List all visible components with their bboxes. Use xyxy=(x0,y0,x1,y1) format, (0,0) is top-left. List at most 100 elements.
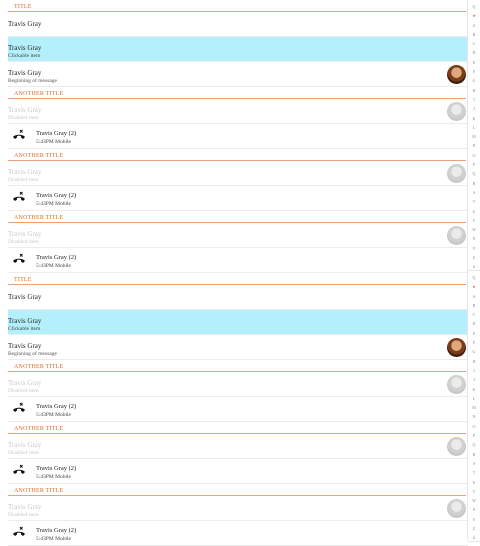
index-letter[interactable]: B xyxy=(468,301,480,310)
index-letter[interactable]: G xyxy=(468,76,480,85)
index-letter[interactable]: ★ xyxy=(468,11,480,20)
item-name: Travis Gray xyxy=(8,168,42,176)
index-letter[interactable]: C xyxy=(468,310,480,319)
index-letter[interactable]: A xyxy=(468,21,480,30)
index-letter[interactable]: W xyxy=(468,225,480,234)
index-letter[interactable]: A xyxy=(468,292,480,301)
index-letter[interactable]: X xyxy=(468,234,480,243)
index-letter[interactable]: N xyxy=(468,141,480,150)
index-letter[interactable]: Y xyxy=(468,515,480,524)
index-letter[interactable]: S xyxy=(468,459,480,468)
avatar xyxy=(447,102,466,121)
index-letter[interactable]: M xyxy=(468,132,480,141)
item-subtitle: Clickable item xyxy=(8,326,41,332)
index-letter[interactable]: H xyxy=(468,357,480,366)
index-letter[interactable]: R xyxy=(468,450,480,459)
index-letter[interactable]: C xyxy=(468,39,480,48)
alphabet-index[interactable]: Q ★ A B C D E F G H I J K L M N O P Q R S T U V W X Y Z # Q ★ A B C D E F G H… xyxy=(467,0,480,542)
index-letter[interactable]: H xyxy=(468,86,480,95)
clickable-item[interactable]: Travis Gray Clickable item xyxy=(8,310,468,335)
item-name: Travis Gray xyxy=(8,44,42,52)
index-letter[interactable]: Q xyxy=(468,2,480,11)
call-log-item[interactable]: Travis Gray (2) 5:43PM Mobile xyxy=(8,124,468,149)
index-letter[interactable]: Z xyxy=(468,253,480,262)
index-letter[interactable]: D xyxy=(468,48,480,57)
index-letter[interactable]: O xyxy=(468,422,480,431)
index-letter[interactable]: Q xyxy=(468,273,480,282)
index-letter[interactable]: Q xyxy=(468,440,480,449)
index-letter[interactable]: B xyxy=(468,30,480,39)
call-log-item[interactable]: Travis Gray (2) 5:43PM Mobile xyxy=(8,186,468,211)
index-letter[interactable]: E xyxy=(468,58,480,67)
index-letter[interactable]: X xyxy=(468,505,480,514)
index-letter[interactable]: J xyxy=(468,375,480,384)
item-subtitle: Disabled item xyxy=(8,177,39,183)
index-letter[interactable]: # xyxy=(468,533,480,542)
disabled-item: Travis Gray Disabled item xyxy=(8,99,468,124)
missed-call-icon xyxy=(13,402,25,412)
index-letter[interactable]: Y xyxy=(468,244,480,253)
index-letter[interactable]: F xyxy=(468,338,480,347)
index-letter[interactable]: R xyxy=(468,179,480,188)
item-name: Travis Gray (2) xyxy=(36,130,77,137)
index-letter[interactable]: F xyxy=(468,67,480,76)
item-name: Travis Gray xyxy=(8,503,42,511)
index-letter[interactable]: ★ xyxy=(468,282,480,291)
index-letter[interactable]: M xyxy=(468,403,480,412)
index-letter[interactable]: K xyxy=(468,114,480,123)
call-log-item[interactable]: Travis Gray (2) 5:43PM Mobile xyxy=(8,397,468,422)
clickable-item[interactable]: Travis Gray Clickable item xyxy=(8,37,468,62)
message-item[interactable]: Travis Gray Beginning of message xyxy=(8,335,468,360)
item-name: Travis Gray xyxy=(8,342,42,350)
index-letter[interactable]: S xyxy=(468,188,480,197)
missed-call-icon xyxy=(13,464,25,474)
index-letter[interactable]: L xyxy=(468,394,480,403)
index-letter[interactable]: G xyxy=(468,347,480,356)
section-header: ANOTHER TITLE xyxy=(0,211,468,223)
item-subtitle: Beginning of message xyxy=(8,351,57,357)
index-letter[interactable]: P xyxy=(468,431,480,440)
index-letter[interactable]: W xyxy=(468,496,480,505)
index-letter[interactable]: D xyxy=(468,319,480,328)
section-header: ANOTHER TITLE xyxy=(0,422,468,434)
index-letter[interactable]: T xyxy=(468,197,480,206)
index-letter[interactable]: Z xyxy=(468,524,480,533)
index-letter[interactable]: Q xyxy=(468,169,480,178)
avatar xyxy=(447,375,466,394)
call-log-item[interactable]: Travis Gray (2) 5:43PM Mobile xyxy=(8,459,468,484)
index-letter[interactable]: U xyxy=(468,207,480,216)
item-name: Travis Gray xyxy=(8,106,42,114)
index-letter[interactable]: E xyxy=(468,329,480,338)
index-letter[interactable]: U xyxy=(468,478,480,487)
item-subtitle: Clickable item xyxy=(8,53,41,59)
index-letter[interactable]: L xyxy=(468,123,480,132)
call-log-item[interactable]: Travis Gray (2) 5:43PM Mobile xyxy=(8,248,468,273)
call-log-item[interactable]: Travis Gray (2) 5:43PM Mobile xyxy=(8,521,468,546)
item-name: Travis Gray (2) xyxy=(36,192,77,199)
list-item[interactable]: Travis Gray xyxy=(8,12,468,37)
item-subtitle: Disabled item xyxy=(8,115,39,121)
section-title: ANOTHER TITLE xyxy=(14,488,64,494)
index-letter[interactable]: V xyxy=(468,487,480,496)
message-item[interactable]: Travis Gray Beginning of message xyxy=(8,62,468,87)
section-title: ANOTHER TITLE xyxy=(14,364,64,370)
missed-call-icon xyxy=(13,526,25,536)
index-letter[interactable]: N xyxy=(468,412,480,421)
index-top: Q ★ A B C D E F G H I J K L M N O P Q R S T U V W X Y Z # xyxy=(468,0,480,271)
item-name: Travis Gray xyxy=(8,293,42,301)
index-letter[interactable]: I xyxy=(468,366,480,375)
index-letter[interactable]: K xyxy=(468,385,480,394)
call-time: 5:43PM Mobile xyxy=(36,201,71,207)
index-letter[interactable]: V xyxy=(468,216,480,225)
contact-list: TITLE Travis Gray Travis Gray Clickable … xyxy=(0,0,468,546)
section-header: ANOTHER TITLE xyxy=(0,87,468,99)
index-letter[interactable]: J xyxy=(468,104,480,113)
item-name: Travis Gray (2) xyxy=(36,465,77,472)
index-letter[interactable]: I xyxy=(468,95,480,104)
index-letter[interactable]: O xyxy=(468,151,480,160)
index-letter[interactable]: P xyxy=(468,160,480,169)
list-item[interactable]: Travis Gray xyxy=(8,285,468,310)
item-name: Travis Gray (2) xyxy=(36,254,77,261)
item-subtitle: Disabled item xyxy=(8,450,39,456)
index-letter[interactable]: T xyxy=(468,468,480,477)
